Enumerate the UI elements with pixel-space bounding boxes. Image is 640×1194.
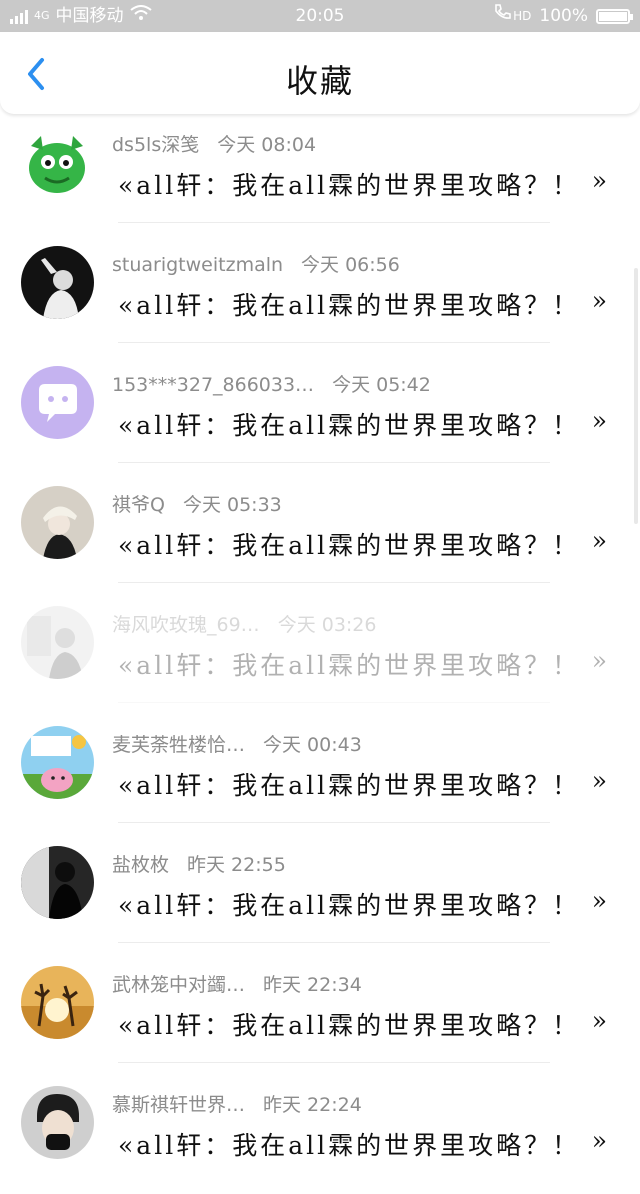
avatar (21, 1086, 94, 1159)
story-title: «all轩：我在all霖的世界里攻略？！ (118, 171, 581, 200)
item-text: «all轩：我在all霖的世界里攻略？！ » (118, 646, 618, 682)
closing-quote: » (591, 286, 610, 315)
battery-icon (596, 8, 633, 24)
list-item[interactable]: 海风吹玫瑰_69… 今天 03:26 «all轩：我在all霖的世界里攻略？！ » (0, 594, 640, 714)
username: ds5ls深笺 (112, 134, 200, 156)
phone-icon (493, 0, 511, 32)
timestamp: 昨天 22:34 (263, 974, 362, 996)
list-item[interactable]: 麦芙荼牲楼恰… 今天 00:43 «all轩：我在all霖的世界里攻略？！ » (0, 714, 640, 834)
username: 祺爷Q (112, 494, 165, 516)
list-item[interactable]: 153***327_866033… 今天 05:42 «all轩：我在all霖的世… (0, 354, 640, 474)
list-item[interactable]: 盐枚枚 昨天 22:55 «all轩：我在all霖的世界里攻略？！ » (0, 834, 640, 954)
closing-quote: » (591, 406, 610, 435)
timestamp: 今天 00:43 (263, 734, 362, 756)
divider (118, 342, 550, 343)
status-right: HD 100% (493, 0, 633, 32)
story-title: «all轩：我在all霖的世界里攻略？！ (118, 411, 581, 440)
story-title: «all轩：我在all霖的世界里攻略？！ (118, 891, 581, 920)
page-title: 收藏 (285, 62, 354, 100)
avatar (21, 246, 94, 319)
story-title: «all轩：我在all霖的世界里攻略？！ (118, 531, 581, 560)
closing-quote: » (591, 526, 610, 555)
username: 153***327_866033… (112, 374, 315, 396)
item-meta: 153***327_866033… 今天 05:42 (112, 370, 431, 397)
hd-label: HD (513, 9, 532, 23)
list-item[interactable]: 慕斯祺轩世界… 昨天 22:24 «all轩：我在all霖的世界里攻略？！ » (0, 1074, 640, 1194)
avatar (21, 726, 94, 799)
item-text: «all轩：我在all霖的世界里攻略？！ » (118, 526, 618, 562)
timestamp: 今天 05:33 (182, 494, 282, 516)
closing-quote: » (591, 766, 610, 795)
story-title: «all轩：我在all霖的世界里攻略？！ (118, 1011, 581, 1040)
avatar (21, 606, 94, 679)
list-item[interactable]: 武林笼中对蠲… 昨天 22:34 «all轩：我在all霖的世界里攻略？！ » (0, 954, 640, 1074)
timestamp: 今天 03:26 (277, 614, 377, 636)
avatar (21, 846, 94, 919)
closing-quote: » (591, 166, 610, 195)
item-meta: 祺爷Q 今天 05:33 (112, 490, 282, 517)
avatar (21, 366, 94, 439)
closing-quote: » (591, 1006, 610, 1035)
divider (118, 462, 550, 463)
story-title: «all轩：我在all霖的世界里攻略？！ (118, 1131, 581, 1160)
divider (118, 222, 550, 223)
status-bar: 4G 中国移动 20:05 HD 100% (0, 0, 640, 32)
item-meta: 海风吹玫瑰_69… 今天 03:26 (112, 610, 376, 637)
item-meta: 麦芙荼牲楼恰… 今天 00:43 (112, 730, 362, 757)
username: 盐枚枚 (112, 854, 170, 876)
divider (118, 582, 550, 583)
divider (118, 702, 550, 703)
story-title: «all轩：我在all霖的世界里攻略？！ (118, 771, 581, 800)
avatar (21, 966, 94, 1039)
item-meta: stuarigtweitzmaln 今天 06:56 (112, 250, 400, 277)
item-text: «all轩：我在all霖的世界里攻略？！ » (118, 1126, 618, 1162)
nav-bar: 收藏 (0, 32, 640, 114)
username: 海风吹玫瑰_69… (112, 614, 260, 636)
closing-quote: » (591, 646, 610, 675)
closing-quote: » (591, 1126, 610, 1155)
list-item[interactable]: 祺爷Q 今天 05:33 «all轩：我在all霖的世界里攻略？！ » (0, 474, 640, 594)
item-text: «all轩：我在all霖的世界里攻略？！ » (118, 766, 618, 802)
item-meta: 武林笼中对蠲… 昨天 22:34 (112, 970, 362, 997)
timestamp: 今天 05:42 (332, 374, 431, 396)
timestamp: 昨天 22:24 (263, 1094, 362, 1116)
item-text: «all轩：我在all霖的世界里攻略？！ » (118, 886, 618, 922)
username: 麦芙荼牲楼恰… (112, 734, 246, 756)
list-item[interactable]: stuarigtweitzmaln 今天 06:56 «all轩：我在all霖的世… (0, 234, 640, 354)
item-meta: 慕斯祺轩世界… 昨天 22:24 (112, 1090, 362, 1117)
closing-quote: » (591, 886, 610, 915)
username: 武林笼中对蠲… (112, 974, 246, 996)
item-text: «all轩：我在all霖的世界里攻略？！ » (118, 1006, 618, 1042)
divider (118, 822, 550, 823)
item-text: «all轩：我在all霖的世界里攻略？！ » (118, 286, 618, 322)
item-meta: 盐枚枚 昨天 22:55 (112, 850, 286, 877)
story-title: «all轩：我在all霖的世界里攻略？！ (118, 651, 581, 680)
username: 慕斯祺轩世界… (112, 1094, 246, 1116)
list-item[interactable]: ds5ls深笺 今天 08:04 «all轩：我在all霖的世界里攻略？！ » (0, 114, 640, 234)
story-title: «all轩：我在all霖的世界里攻略？！ (118, 291, 581, 320)
battery-percent: 100% (539, 6, 588, 26)
timestamp: 昨天 22:55 (187, 854, 286, 876)
username: stuarigtweitzmaln (112, 254, 284, 276)
item-meta: ds5ls深笺 今天 08:04 (112, 130, 316, 157)
avatar (21, 126, 94, 199)
divider (118, 1062, 550, 1063)
item-text: «all轩：我在all霖的世界里攻略？！ » (118, 166, 618, 202)
item-text: «all轩：我在all霖的世界里攻略？！ » (118, 406, 618, 442)
timestamp: 今天 06:56 (301, 254, 400, 276)
timestamp: 今天 08:04 (217, 134, 317, 156)
avatar (21, 486, 94, 559)
divider (118, 942, 550, 943)
